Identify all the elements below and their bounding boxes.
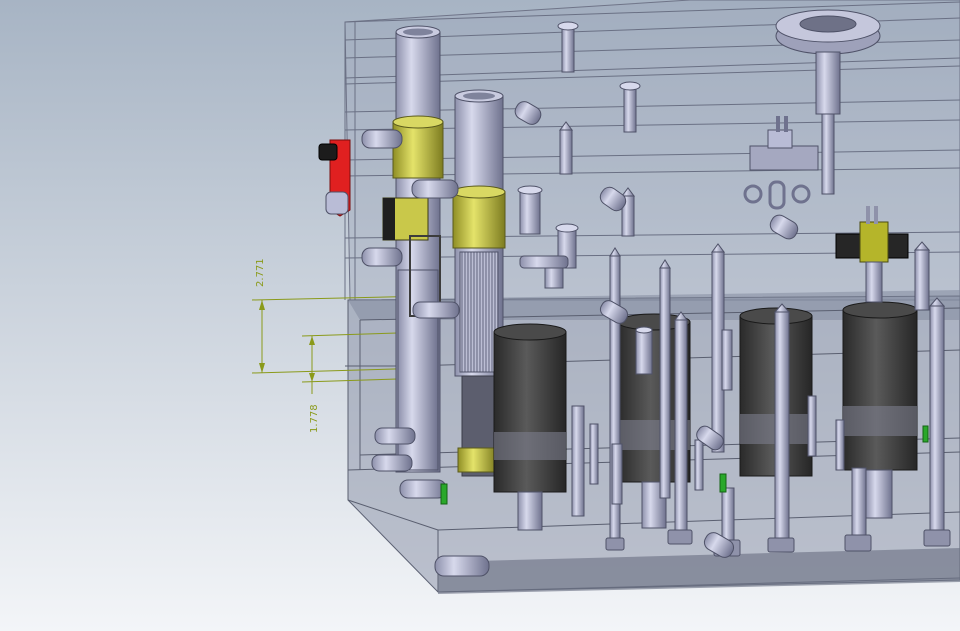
sprue-column-left[interactable] [392,25,444,473]
dimension-upper-label: 2.771 [255,258,266,287]
cad-model-canvas[interactable]: 2.771 1.778 [0,0,960,631]
cad-viewport[interactable]: 2.771 1.778 [0,0,960,631]
dimension-lower-label: 1.778 [309,404,320,433]
